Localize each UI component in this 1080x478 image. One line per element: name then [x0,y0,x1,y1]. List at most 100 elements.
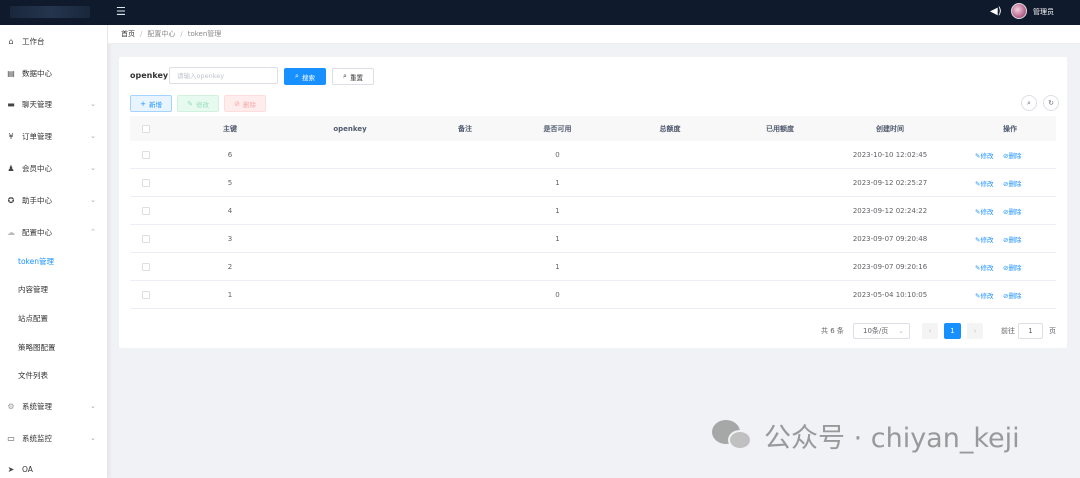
add-button-label: 新增 [148,100,162,109]
row-delete-label: 删除 [1008,151,1022,160]
sidebar-item-assistant[interactable]: ✪ 助手中心 ⌄ [0,189,108,211]
cell-enabled: 1 [555,234,560,243]
row-checkbox[interactable] [142,150,150,159]
prev-page-button[interactable]: ‹ [922,323,938,339]
page-size-value: 10条/页 [863,327,889,335]
goto-label: 前往 [1001,327,1015,335]
sidebar-subitem-files[interactable]: 文件列表 [18,369,48,383]
chevron-up-icon: ⌃ [90,228,96,236]
delete-button[interactable]: ⊘ 删除 [224,95,266,112]
username[interactable]: 管理员 [1033,6,1054,18]
row-checkbox[interactable] [142,234,150,243]
sidebar-subitem-site[interactable]: 站点配置 [18,312,48,326]
row-delete-label: 删除 [1008,235,1022,244]
config-icon: ☁ [7,227,15,237]
row-edit-label: 修改 [980,207,994,216]
column-header: 创建时间 [876,124,904,133]
delete-button-label: 删除 [242,100,256,109]
send-icon: ➤ [7,464,15,474]
row-delete-link[interactable]: ⊘删除 [1003,206,1021,216]
chevron-down-icon: ⌄ [90,100,96,108]
chevron-down-icon: ⌄ [90,164,96,172]
assistant-icon: ✪ [7,195,15,205]
next-page-button[interactable]: › [967,323,983,339]
cell-created: 2023-09-07 09:20:48 [852,234,928,243]
breadcrumb-separator: / [180,30,183,38]
row-delete-link[interactable]: ⊘删除 [1003,262,1021,272]
sidebar-item-system[interactable]: ⚙ 系统管理 ⌄ [0,395,108,417]
sidebar-item-config[interactable]: ☁ 配置中心 ⌃ [0,221,108,243]
column-header: 总额度 [659,124,681,133]
row-edit-link[interactable]: ✎修改 [975,290,993,300]
breadcrumb-separator: / [140,30,143,38]
row-checkbox[interactable] [142,206,150,215]
sidebar-item-orders[interactable]: ¥ 订单管理 ⌄ [0,125,108,147]
column-header: openkey [333,124,367,133]
cell-enabled: 0 [555,290,560,299]
cell-id: 6 [227,150,233,159]
row-delete-link[interactable]: ⊘删除 [1003,178,1021,188]
sidebar-item-label: 系统监控 [22,433,52,443]
refresh-icon: ⌕ [343,72,347,80]
row-edit-link[interactable]: ✎修改 [975,234,993,244]
page-number-current[interactable]: 1 [944,323,961,339]
users-icon: ♟ [7,163,15,173]
search-button[interactable]: ⌕ 搜索 [284,68,326,85]
row-checkbox[interactable] [142,178,150,187]
sidebar-item-data[interactable]: ▤ 数据中心 [0,62,108,84]
search-icon: ⌕ [295,72,299,80]
goto-page-input[interactable] [1018,323,1043,339]
add-button[interactable]: + 新增 [130,95,172,112]
chevron-down-icon: ⌄ [90,402,96,410]
openkey-search-input[interactable] [169,67,278,84]
chevron-down-icon: ⌄ [90,132,96,140]
sidebar-subitem-strategy[interactable]: 策略图配置 [18,341,56,355]
row-edit-link[interactable]: ✎修改 [975,178,993,188]
refresh-icon[interactable]: ↻ [1043,95,1059,111]
toggle-search-icon[interactable]: ⌕ [1021,95,1037,111]
breadcrumb-home[interactable]: 首页 [121,29,135,39]
sidebar-item-oa[interactable]: ➤ OA [0,458,108,478]
row-delete-link[interactable]: ⊘删除 [1003,150,1021,160]
sidebar-item-members[interactable]: ♟ 会员中心 ⌄ [0,157,108,179]
cell-id: 3 [227,234,233,243]
chevron-down-icon: ⌄ [898,327,904,335]
breadcrumb-config[interactable]: 配置中心 [147,29,175,39]
row-edit-link[interactable]: ✎修改 [975,206,993,216]
openkey-label: openkey [130,71,169,80]
row-delete-label: 删除 [1008,263,1022,272]
top-navbar: ☰ ◀) 管理员 [0,0,1080,25]
table-row: 4 1 2023-09-12 02:24:22 ✎修改 ⊘删除 [130,197,1056,225]
menu-fold-icon[interactable]: ☰ [116,6,128,18]
sidebar-item-label: OA [22,464,33,474]
row-edit-link[interactable]: ✎修改 [975,262,993,272]
sidebar-item-label: 数据中心 [22,68,52,78]
row-checkbox[interactable] [142,262,150,271]
sidebar-item-chat[interactable]: ▬ 聊天管理 ⌄ [0,93,108,115]
row-delete-link[interactable]: ⊘删除 [1003,234,1021,244]
row-checkbox[interactable] [142,290,150,299]
page-size-select[interactable]: 10条/页 ⌄ [853,323,910,339]
row-delete-label: 删除 [1008,207,1022,216]
row-delete-link[interactable]: ⊘删除 [1003,290,1021,300]
plus-icon: + [140,99,146,108]
sidebar-item-dashboard[interactable]: ⌂ 工作台 [0,30,108,52]
select-all-checkbox[interactable] [142,124,150,133]
speaker-icon[interactable]: ◀) [990,6,1002,18]
cell-created: 2023-09-07 09:20:16 [852,262,928,271]
sidebar-subitem-token[interactable]: token管理 [18,255,54,269]
column-header: 是否可用 [543,124,572,133]
row-edit-link[interactable]: ✎修改 [975,150,993,160]
avatar[interactable] [1011,3,1027,19]
watermark-text: 公众号 · chiyan_keji [764,422,1020,454]
column-header: 已用额度 [766,124,794,133]
data-icon: ▤ [7,68,15,78]
reset-button[interactable]: ⌕ 重置 [332,68,374,85]
column-header: 操作 [1003,124,1017,133]
sidebar-item-monitor[interactable]: ▭ 系统监控 ⌄ [0,427,108,449]
cell-id: 4 [227,206,233,215]
sidebar-subitem-content[interactable]: 内容管理 [18,283,48,297]
edit-button[interactable]: ✎ 修改 [177,95,219,112]
cell-enabled: 1 [555,178,560,187]
trash-icon: ⊘ [234,99,240,108]
